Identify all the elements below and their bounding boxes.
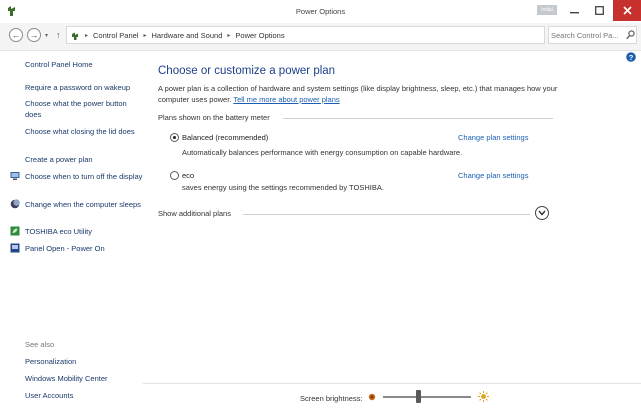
show-additional-plans-label[interactable]: Show additional plans [158,209,231,218]
brightness-slider-thumb[interactable] [415,390,421,403]
brightness-high-icon [478,391,489,402]
breadcrumb: ▸ Control Panel ▸ Hardware and Sound ▸ P… [71,31,285,40]
group-divider [283,118,553,119]
brightness-low-icon [368,393,376,401]
see-also-heading: See also [25,340,55,349]
up-button[interactable]: ↑ [56,30,61,40]
sidebar-control-panel-home[interactable]: Control Panel Home [25,59,143,70]
change-plan-settings-balanced[interactable]: Change plan settings [458,133,528,142]
close-icon [622,6,632,15]
breadcrumb-separator: ▸ [227,33,231,39]
search-box[interactable] [548,26,637,44]
close-button[interactable] [613,0,641,21]
breadcrumb-control-panel[interactable]: Control Panel [93,31,138,40]
change-plan-settings-eco[interactable]: Change plan settings [458,171,528,180]
radio-balanced[interactable] [170,133,179,142]
left-pane: Control Panel Home Require a password on… [0,51,150,414]
show-plans-divider [243,214,530,215]
radio-eco[interactable] [170,171,179,180]
sidebar-item-closing-lid[interactable]: Choose what closing the lid does [25,126,143,137]
sidebar-item-power-button[interactable]: Choose what the power button does [25,98,143,120]
screen-brightness-label: Screen brightness: [300,394,363,403]
address-field[interactable]: ▸ Control Panel ▸ Hardware and Sound ▸ P… [66,26,607,44]
display-icon [10,172,20,180]
forward-button[interactable]: → [27,28,41,42]
title-bar: Power Options Initial [0,0,641,23]
sidebar-item-toshiba-eco[interactable]: TOSHIBA eco Utility [25,226,143,237]
plan-desc-balanced: Automatically balances performance with … [182,148,463,157]
minimize-icon [569,12,579,14]
back-arrow-icon: ← [11,30,21,40]
plan-name-eco[interactable]: eco [182,171,194,180]
page-description: A power plan is a collection of hardware… [158,83,558,105]
breadcrumb-power-options[interactable]: Power Options [235,31,284,40]
back-button[interactable]: ← [9,28,23,42]
forward-arrow-icon: → [29,30,39,40]
recent-locations-dropdown[interactable]: ▾ [45,32,48,39]
breadcrumb-separator: ▸ [85,33,89,39]
help-icon[interactable]: ? [626,52,636,62]
search-input[interactable] [551,29,623,41]
chevron-down-icon [538,210,546,216]
see-also-personalization[interactable]: Personalization [25,356,143,367]
panel-icon [10,243,20,253]
plans-group-label: Plans shown on the battery meter [158,113,270,122]
bottom-divider [143,383,641,384]
description-text: A power plan is a collection of hardware… [158,84,558,104]
sidebar-item-turn-off-display[interactable]: Choose when to turn off the display [25,171,143,182]
minimize-button[interactable] [563,0,585,21]
page-title: Choose or customize a power plan [158,65,336,77]
maximize-icon [594,6,604,15]
address-bar: ← → ▾ ↑ ▸ Control Panel ▸ Hardware and S… [0,23,641,51]
svg-text:?: ? [629,53,634,62]
see-also-mobility-center[interactable]: Windows Mobility Center [25,373,143,384]
sidebar-item-computer-sleeps[interactable]: Change when the computer sleeps [25,199,143,210]
tell-me-more-link[interactable]: Tell me more about power plans [233,95,339,104]
breadcrumb-hardware-sound[interactable]: Hardware and Sound [151,31,222,40]
plan-name-balanced[interactable]: Balanced (recommended) [182,133,268,142]
plan-desc-eco: saves energy using the settings recommen… [182,183,384,192]
control-panel-icon [72,32,78,40]
see-also-user-accounts[interactable]: User Accounts [25,390,143,401]
moon-icon [10,199,20,209]
eco-utility-icon [10,226,20,236]
sidebar-item-create-plan[interactable]: Create a power plan [25,154,143,165]
sidebar-item-panel-open[interactable]: Panel Open - Power On [25,243,143,254]
brightness-slider-track[interactable] [383,396,471,398]
window-tab[interactable]: Initial [537,5,557,15]
breadcrumb-separator: ▸ [143,33,147,39]
expand-plans-button[interactable] [535,206,549,220]
search-icon [626,30,635,40]
maximize-button[interactable] [588,0,610,21]
sidebar-item-password-wakeup[interactable]: Require a password on wakeup [25,82,143,93]
